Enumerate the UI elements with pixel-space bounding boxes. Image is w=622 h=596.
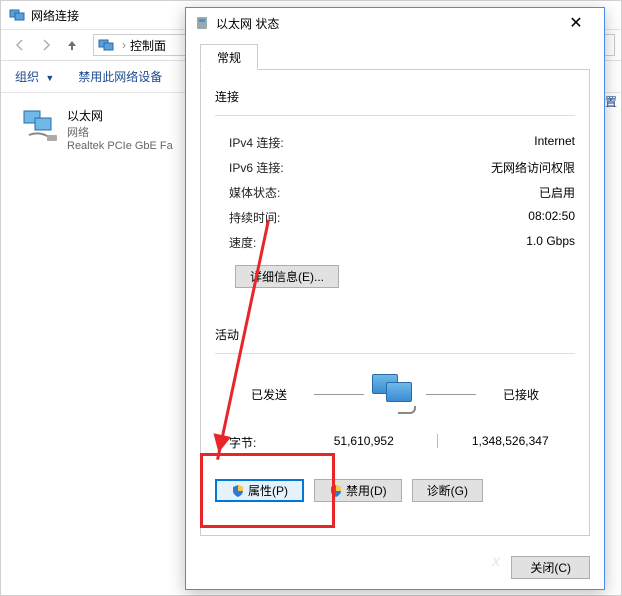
dlg-footer: 关闭(C) bbox=[186, 546, 604, 589]
nav-forward[interactable] bbox=[33, 33, 59, 57]
separator bbox=[437, 434, 438, 448]
organize-menu[interactable]: 组织 ▼ bbox=[15, 68, 54, 85]
media-label: 媒体状态: bbox=[229, 184, 280, 201]
divider bbox=[215, 115, 575, 116]
speed-label: 速度: bbox=[229, 234, 256, 251]
disable-device-cmd[interactable]: 禁用此网络设备 bbox=[78, 68, 162, 85]
ipv6-value: 无网络访问权限 bbox=[491, 159, 575, 176]
nav-back[interactable] bbox=[7, 33, 33, 57]
ipv4-label: IPv4 连接: bbox=[229, 134, 284, 151]
duration-label: 持续时间: bbox=[229, 209, 280, 226]
row-ipv4: IPv4 连接: Internet bbox=[215, 130, 575, 155]
speed-value: 1.0 Gbps bbox=[526, 234, 575, 251]
disable-button[interactable]: 禁用(D) bbox=[314, 479, 402, 502]
sent-label: 已发送 bbox=[224, 386, 314, 403]
row-media: 媒体状态: 已启用 bbox=[215, 180, 575, 205]
recv-label: 已接收 bbox=[476, 386, 566, 403]
duration-value: 08:02:50 bbox=[528, 209, 575, 226]
properties-button[interactable]: 属性(P) bbox=[215, 479, 304, 502]
tab-general[interactable]: 常规 bbox=[200, 44, 258, 70]
tab-strip: 常规 bbox=[200, 44, 590, 70]
nav-up[interactable] bbox=[59, 33, 85, 57]
group-activity: 活动 bbox=[215, 326, 575, 343]
conn-status: 网络 bbox=[67, 124, 173, 140]
conn-name: 以太网 bbox=[67, 107, 173, 124]
row-speed: 速度: 1.0 Gbps bbox=[215, 230, 575, 255]
line-right bbox=[426, 394, 476, 395]
ethernet-status-dialog: 以太网 状态 ✕ 常规 连接 IPv4 连接: Internet IPv6 连接… bbox=[185, 7, 605, 590]
group-connection: 连接 bbox=[215, 88, 575, 105]
ipv6-label: IPv6 连接: bbox=[229, 159, 284, 176]
divider bbox=[215, 353, 575, 354]
line-left bbox=[314, 394, 364, 395]
connection-text: 以太网 网络 Realtek PCIe GbE Fa bbox=[67, 107, 173, 152]
bytes-received: 1,348,526,347 bbox=[446, 434, 576, 451]
action-buttons: 属性(P) 禁用(D) 诊断(G) bbox=[215, 479, 575, 502]
row-ipv6: IPv6 连接: 无网络访问权限 bbox=[215, 155, 575, 180]
diagnose-button[interactable]: 诊断(G) bbox=[412, 479, 483, 502]
close-button[interactable]: 关闭(C) bbox=[511, 556, 590, 579]
shield-icon bbox=[231, 484, 245, 498]
bytes-row: 字节: 51,610,952 1,348,526,347 bbox=[215, 434, 575, 451]
tab-content: 连接 IPv4 连接: Internet IPv6 连接: 无网络访问权限 媒体… bbox=[200, 69, 590, 536]
shield-icon bbox=[329, 484, 343, 498]
computers-icon bbox=[372, 374, 418, 414]
ethernet-icon bbox=[194, 15, 210, 31]
details-button[interactable]: 详细信息(E)... bbox=[235, 265, 339, 288]
row-duration: 持续时间: 08:02:50 bbox=[215, 205, 575, 230]
bytes-label: 字节: bbox=[229, 434, 299, 451]
conn-adapter: Realtek PCIe GbE Fa bbox=[67, 140, 173, 152]
folder-icon bbox=[98, 37, 114, 53]
network-icon bbox=[9, 7, 25, 23]
bytes-sent: 51,610,952 bbox=[299, 434, 429, 451]
dlg-title: 以太网 状态 bbox=[216, 15, 556, 32]
media-value: 已启用 bbox=[539, 184, 575, 201]
activity-graphic: 已发送 已接收 bbox=[215, 368, 575, 420]
ipv4-value: Internet bbox=[534, 134, 575, 151]
close-icon[interactable]: ✕ bbox=[556, 9, 596, 37]
bg-title: 网络连接 bbox=[31, 7, 79, 24]
ethernet-adapter-icon bbox=[21, 107, 61, 147]
dlg-titlebar: 以太网 状态 ✕ bbox=[186, 8, 604, 38]
breadcrumb[interactable]: 控制面 bbox=[130, 37, 166, 54]
